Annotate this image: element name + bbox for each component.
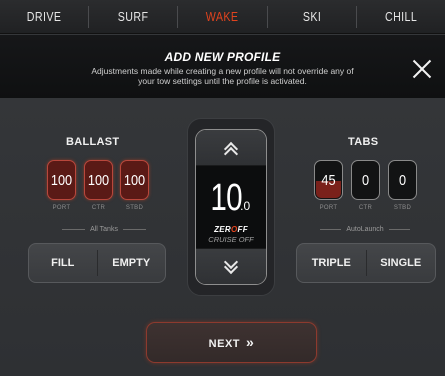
ballast-ctr-value[interactable]: 100 bbox=[84, 160, 113, 200]
speed-control: 10.0 ZEROFF CRUISE OFF bbox=[195, 129, 267, 285]
speed-up-button[interactable] bbox=[196, 130, 266, 166]
cruise-status: CRUISE OFF bbox=[208, 235, 254, 244]
tab-port-label: PORT bbox=[319, 205, 338, 211]
header-banner: ADD NEW PROFILE Adjustments made while c… bbox=[0, 35, 445, 98]
ballast-port-label: PORT bbox=[52, 205, 71, 211]
tab-ctr-value[interactable]: 0 bbox=[351, 160, 380, 200]
ballast-title: BALLAST bbox=[66, 136, 120, 148]
tab-chill[interactable]: CHILL bbox=[365, 0, 437, 33]
tab-ski[interactable]: SKI bbox=[276, 0, 348, 33]
next-button[interactable]: NEXT » bbox=[146, 322, 317, 363]
zero-off-logo: ZEROFF bbox=[196, 225, 266, 234]
ballast-port-number: 100 bbox=[50, 172, 73, 189]
tab-divider bbox=[355, 6, 357, 28]
triple-button[interactable]: TRIPLE bbox=[297, 244, 366, 282]
page-subtitle: Adjustments made while creating a new pr… bbox=[91, 66, 354, 86]
tab-port-value[interactable]: 45 bbox=[314, 160, 343, 200]
divider bbox=[388, 228, 410, 230]
logo-text: ZER bbox=[214, 225, 231, 234]
logo-text: FF bbox=[237, 225, 248, 234]
tab-divider bbox=[177, 6, 179, 28]
mode-tab-bar: DRIVE SURF WAKE SKI CHILL bbox=[0, 0, 445, 34]
fill-button[interactable]: FILL bbox=[29, 244, 97, 282]
tab-drive[interactable]: DRIVE bbox=[8, 0, 80, 33]
speed-value: 10 bbox=[210, 177, 242, 219]
divider bbox=[320, 228, 342, 230]
ballast-ctr-number: 100 bbox=[87, 172, 110, 189]
ballast-stbd-label: STBD bbox=[125, 205, 144, 211]
tabs-title: TABS bbox=[348, 136, 379, 148]
ballast-port-value[interactable]: 100 bbox=[47, 160, 76, 200]
ballast-group-caption: All Tanks bbox=[62, 224, 147, 234]
tab-ctr-label: CTR bbox=[358, 205, 373, 211]
speed-decimal: .0 bbox=[240, 199, 251, 213]
close-icon[interactable] bbox=[411, 58, 433, 80]
divider bbox=[122, 228, 147, 230]
ballast-button-group: FILL EMPTY bbox=[28, 243, 166, 283]
tabs-group-caption: AutoLaunch bbox=[320, 224, 410, 234]
next-label: NEXT bbox=[208, 338, 241, 350]
profile-screen: DRIVE SURF WAKE SKI CHILL ADD NEW PROFIL… bbox=[0, 0, 445, 376]
tab-wake[interactable]: WAKE bbox=[186, 0, 258, 33]
tab-ctr-number: 0 bbox=[361, 172, 370, 189]
ballast-stbd-value[interactable]: 100 bbox=[120, 160, 149, 200]
speed-readout: 10.0 bbox=[196, 177, 266, 220]
tabs-button-group: TRIPLE SINGLE bbox=[296, 243, 436, 283]
single-button[interactable]: SINGLE bbox=[367, 244, 436, 282]
autolaunch-label: AutoLaunch bbox=[346, 225, 384, 233]
divider bbox=[62, 228, 86, 230]
tab-divider bbox=[88, 6, 90, 28]
ballast-stbd-number: 100 bbox=[123, 172, 146, 189]
tab-stbd-value[interactable]: 0 bbox=[388, 160, 417, 200]
ballast-ctr-label: CTR bbox=[91, 205, 106, 211]
tab-stbd-label: STBD bbox=[393, 205, 412, 211]
double-chevron-right-icon: » bbox=[246, 334, 255, 350]
speed-down-button[interactable] bbox=[196, 248, 266, 284]
tab-stbd-number: 0 bbox=[398, 172, 407, 189]
all-tanks-label: All Tanks bbox=[90, 225, 118, 233]
empty-button[interactable]: EMPTY bbox=[98, 244, 166, 282]
page-title: ADD NEW PROFILE bbox=[164, 50, 281, 64]
tab-port-number: 45 bbox=[321, 172, 336, 189]
tab-divider bbox=[266, 6, 268, 28]
tab-surf[interactable]: SURF bbox=[97, 0, 169, 33]
